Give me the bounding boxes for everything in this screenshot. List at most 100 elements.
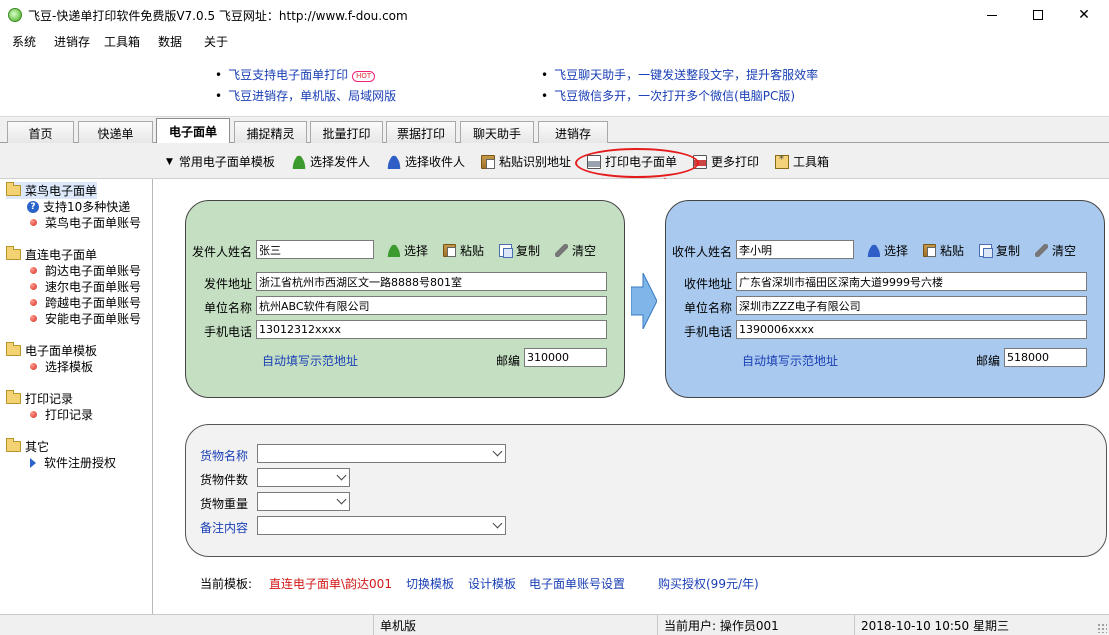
sidebar-group-other[interactable]: 其它 [6,438,49,455]
tab-receipt-print[interactable]: 票据打印 [386,121,456,144]
tab-e-waybill[interactable]: 电子面单 [156,118,230,144]
receiver-address-input[interactable] [736,272,1087,291]
toolbar: ▼ 常用电子面单模板 选择发件人 选择收件人 粘贴识别地址 打印电子面单 更多打印… [0,143,1109,179]
receiver-zip-input[interactable] [1004,348,1087,367]
close-icon: ✕ [1078,7,1090,23]
main-content: 发件人姓名 选择 粘贴 复制 清空 发件地址 单位名称 手机电话 自动填写示范地… [157,179,1109,614]
receiver-copy-button[interactable]: 复制 [979,242,1020,259]
sender-company-input[interactable] [256,296,607,315]
promo-link-inventory[interactable]: • 飞豆进销存，单机版、局域网版 [215,87,396,104]
sidebar-item-license[interactable]: 软件注册授权 [30,454,116,471]
hot-badge: HOT [352,71,376,82]
sender-phone-label: 手机电话 [204,325,253,339]
tab-inventory[interactable]: 进销存 [538,121,608,144]
sidebar-item-kuayue-account[interactable]: 跨越电子面单账号 [30,294,141,311]
maximize-button[interactable] [1015,0,1061,30]
promo-link-wechat[interactable]: • 飞豆微信多开，一次打开多个微信(电脑PC版) [541,87,795,104]
buy-license-link[interactable]: 购买授权(99元/年) [658,575,759,592]
sidebar-item-cainiao-account[interactable]: 菜鸟电子面单账号 [30,214,141,231]
goods-name-select[interactable] [257,444,506,463]
sender-paste-button[interactable]: 粘贴 [443,242,484,259]
account-settings-link[interactable]: 电子面单账号设置 [529,575,625,592]
sidebar-group-cainiao[interactable]: 菜鸟电子面单 [6,182,98,199]
switch-template-link[interactable]: 切换模板 [406,575,454,592]
receiver-paste-button[interactable]: 粘贴 [923,242,964,259]
tab-express[interactable]: 快递单 [78,121,153,144]
sidebar-group-direct[interactable]: 直连电子面单 [6,246,97,263]
goods-weight-select[interactable] [257,492,350,511]
promo-link-chat[interactable]: • 飞豆聊天助手，一键发送整段文字，提升客服效率 [541,66,818,83]
remark-select[interactable] [257,516,506,535]
sender-address-label: 发件地址 [204,277,253,291]
sender-phone-input[interactable] [256,320,607,339]
goods-name-label[interactable]: 货物名称 [200,447,248,464]
user-icon [867,244,880,257]
tab-home[interactable]: 首页 [7,121,74,144]
caret-down-icon: ▼ [166,156,173,167]
sender-name-label: 发件人姓名 [192,245,253,259]
sidebar-item-print-records[interactable]: 打印记录 [30,406,93,423]
receiver-company-label: 单位名称 [684,301,733,315]
app-icon [8,8,22,22]
bullet-icon [30,315,37,322]
design-template-link[interactable]: 设计模板 [468,575,516,592]
menu-data[interactable]: 数据 [158,33,182,50]
close-button[interactable]: ✕ [1061,0,1107,30]
receiver-name-input[interactable] [736,240,854,259]
menu-toolbox[interactable]: 工具箱 [104,33,140,50]
tab-capture[interactable]: 捕捉精灵 [234,121,307,144]
menu-about[interactable]: 关于 [204,33,228,50]
sidebar-item-anneng-account[interactable]: 安能电子面单账号 [30,310,141,327]
template-menu-button[interactable]: ▼ 常用电子面单模板 [166,153,275,170]
sender-select-button[interactable]: 选择 [387,242,428,259]
sender-name-input[interactable] [256,240,374,259]
chevron-down-icon [336,470,347,481]
tab-strip: 首页 快递单 电子面单 捕捉精灵 批量打印 票据打印 聊天助手 进销存 [0,116,1109,144]
tab-chat-assistant[interactable]: 聊天助手 [460,121,534,144]
sidebar-group-print-records[interactable]: 打印记录 [6,390,73,407]
menu-system[interactable]: 系统 [12,33,36,50]
sidebar-group-templates[interactable]: 电子面单模板 [6,342,97,359]
sidebar-item-suer-account[interactable]: 速尔电子面单账号 [30,278,141,295]
highlight-oval [575,148,699,178]
sender-clear-button[interactable]: 清空 [555,242,596,259]
status-user: 当前用户: 操作员001 [657,615,854,635]
sender-copy-button[interactable]: 复制 [499,242,540,259]
current-template-label: 当前模板: [200,577,253,591]
receiver-autofill-link[interactable]: 自动填写示范地址 [742,352,838,369]
tab-batch-print[interactable]: 批量打印 [310,121,383,144]
minimize-button[interactable] [969,0,1015,30]
select-sender-button[interactable]: 选择发件人 [292,153,370,170]
sender-autofill-link[interactable]: 自动填写示范地址 [262,352,358,369]
paste-icon [923,244,936,257]
sidebar-item-yunda-account[interactable]: 韵达电子面单账号 [30,262,141,279]
sender-zip-input[interactable] [524,348,607,367]
user-icon [387,244,400,257]
status-mode: 单机版 [373,615,657,635]
receiver-phone-input[interactable] [736,320,1087,339]
receiver-panel: 收件人姓名 选择 粘贴 复制 清空 收件地址 单位名称 手机电话 自动填写示范地… [665,200,1105,398]
promo-link-waybill[interactable]: • 飞豆支持电子面单打印 HOT [215,66,376,83]
minimize-icon [987,14,997,16]
resize-grip[interactable] [1097,623,1107,633]
sidebar-item-select-template[interactable]: 选择模板 [30,358,93,375]
toolbox-button[interactable]: 工具箱 [775,153,829,170]
status-datetime: 2018-10-10 10:50 星期三 [854,615,1109,635]
select-receiver-button[interactable]: 选择收件人 [387,153,465,170]
window-title: 飞豆-快递单打印软件免费版V7.0.5 飞豆网址：http://www.f-do… [28,9,408,23]
menu-inventory[interactable]: 进销存 [54,33,90,50]
sidebar-item-support[interactable]: ? 支持10多种快递 [27,198,130,215]
sender-address-input[interactable] [256,272,607,291]
more-print-button[interactable]: 更多打印 [693,153,759,170]
goods-count-select[interactable] [257,468,350,487]
eraser-icon [1035,244,1048,257]
folder-icon [6,438,21,452]
maximize-icon [1033,10,1043,20]
receiver-clear-button[interactable]: 清空 [1035,242,1076,259]
remark-label[interactable]: 备注内容 [200,519,248,536]
receiver-select-button[interactable]: 选择 [867,242,908,259]
status-bar: 单机版 当前用户: 操作员001 2018-10-10 10:50 星期三 [0,614,1109,635]
paste-address-button[interactable]: 粘贴识别地址 [481,153,571,170]
receiver-company-input[interactable] [736,296,1087,315]
folder-icon [6,182,21,196]
